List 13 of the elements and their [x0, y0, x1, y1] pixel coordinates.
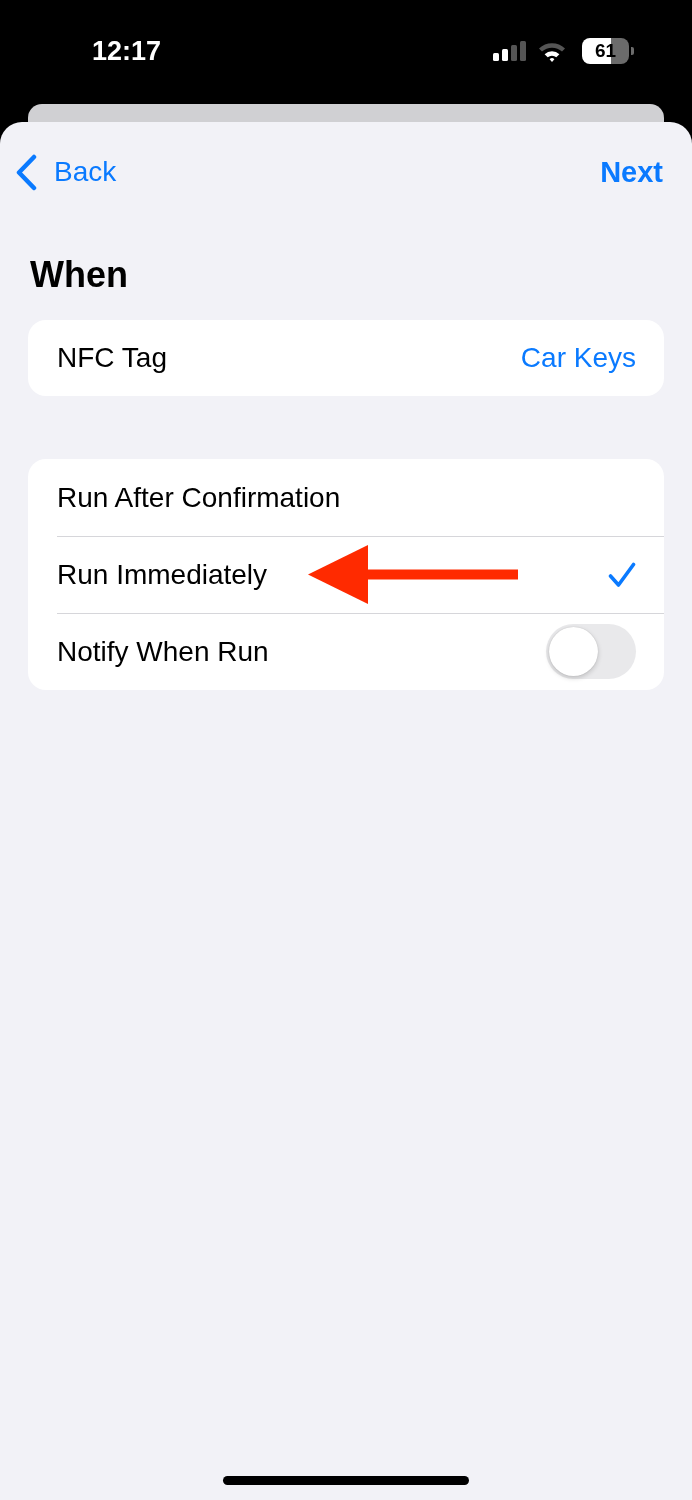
- clock-time: 12:17: [92, 35, 162, 67]
- section-title: When: [30, 255, 128, 295]
- option-row[interactable]: Notify When Run: [28, 613, 664, 690]
- option-row[interactable]: Run After Confirmation: [28, 459, 664, 536]
- trigger-label: NFC Tag: [57, 341, 167, 375]
- back-button[interactable]: Back: [15, 150, 117, 194]
- signal-icon: [493, 41, 526, 61]
- chevron-left-icon: [15, 153, 37, 191]
- option-row[interactable]: Run Immediately: [28, 536, 664, 613]
- next-button[interactable]: Next: [600, 150, 663, 194]
- trigger-value-link[interactable]: Car Keys: [520, 341, 636, 375]
- wifi-icon: [538, 40, 566, 62]
- toggle-switch[interactable]: [546, 624, 636, 679]
